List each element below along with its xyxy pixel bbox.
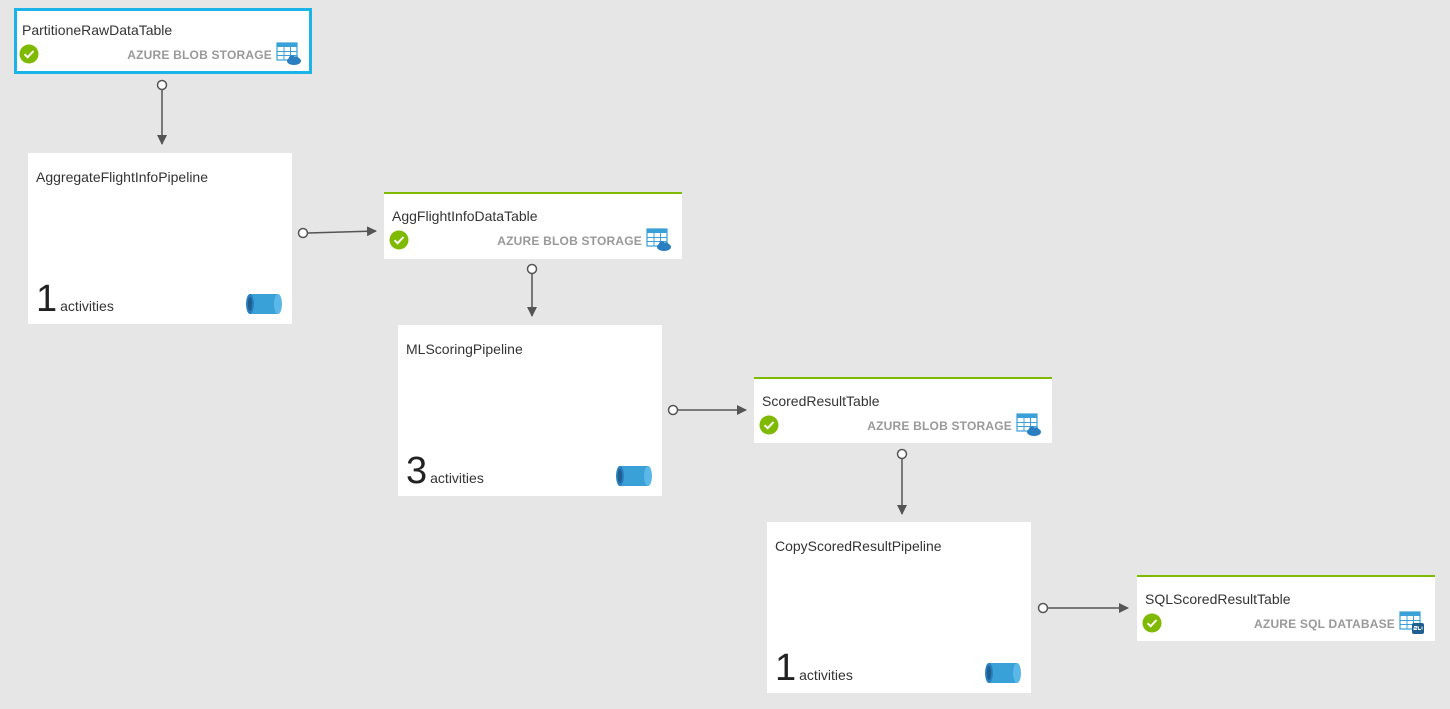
connector-port[interactable] <box>667 404 679 416</box>
pipeline-node-aggregateflightinfopipeline[interactable]: AggregateFlightInfoPipeline 1 activities <box>28 153 292 324</box>
dataset-type-label: AZURE BLOB STORAGE <box>497 234 642 248</box>
success-check-icon <box>389 230 409 250</box>
dataset-type-label: AZURE BLOB STORAGE <box>127 48 272 62</box>
dataset-title: PartitioneRawDataTable <box>22 22 173 38</box>
blob-table-icon <box>646 228 671 251</box>
connector-port[interactable] <box>297 227 309 239</box>
activity-count: 3 activities <box>406 452 484 490</box>
dataset-title: AggFlightInfoDataTable <box>392 208 538 224</box>
pipeline-title: AggregateFlightInfoPipeline <box>36 169 209 185</box>
pipeline-node-mlscoringpipeline[interactable]: MLScoringPipeline 3 activities <box>398 325 662 496</box>
activity-count-number: 3 <box>406 450 428 492</box>
sql-table-icon <box>1399 611 1424 634</box>
dataset-node-aggflightinfodatatable[interactable]: AggFlightInfoDataTable AZURE BLOB STORAG… <box>384 192 682 259</box>
activity-count-label: activities <box>60 298 114 314</box>
connector-line <box>307 226 377 237</box>
blob-table-icon <box>276 42 301 65</box>
dataset-node-partitionerawdatatable[interactable]: PartitioneRawDataTable AZURE BLOB STORAG… <box>14 8 312 74</box>
dataset-type-label: AZURE SQL DATABASE <box>1254 617 1395 631</box>
success-check-icon <box>759 415 779 435</box>
dataset-title: ScoredResultTable <box>762 393 880 409</box>
connector-port[interactable] <box>526 263 538 275</box>
dataset-title: SQLScoredResultTable <box>1145 591 1291 607</box>
activity-count-label: activities <box>799 667 853 683</box>
connector-port[interactable] <box>156 79 168 91</box>
success-check-icon <box>19 44 39 64</box>
success-check-icon <box>1142 613 1162 633</box>
blob-table-icon <box>1016 413 1041 436</box>
pipeline-icon <box>246 294 282 314</box>
activity-count-label: activities <box>430 470 484 486</box>
activity-count-number: 1 <box>36 278 58 320</box>
diagram-canvas: PartitioneRawDataTable AZURE BLOB STORAG… <box>0 0 1450 709</box>
dataset-node-sqlscoredresulttable[interactable]: SQLScoredResultTable AZURE SQL DATABASE <box>1137 575 1435 641</box>
dataset-node-scoredresulttable[interactable]: ScoredResultTable AZURE BLOB STORAGE <box>754 377 1052 443</box>
activity-count: 1 activities <box>775 649 853 687</box>
dataset-type-label: AZURE BLOB STORAGE <box>867 419 1012 433</box>
connector-port[interactable] <box>1037 602 1049 614</box>
activity-count-number: 1 <box>775 647 797 689</box>
activity-count: 1 activities <box>36 280 114 318</box>
pipeline-title: MLScoringPipeline <box>406 341 523 357</box>
pipeline-title: CopyScoredResultPipeline <box>775 538 942 554</box>
pipeline-icon <box>985 663 1021 683</box>
pipeline-icon <box>616 466 652 486</box>
connector-port[interactable] <box>896 448 908 460</box>
pipeline-node-copyscoredresultpipeline[interactable]: CopyScoredResultPipeline 1 activities <box>767 522 1031 693</box>
